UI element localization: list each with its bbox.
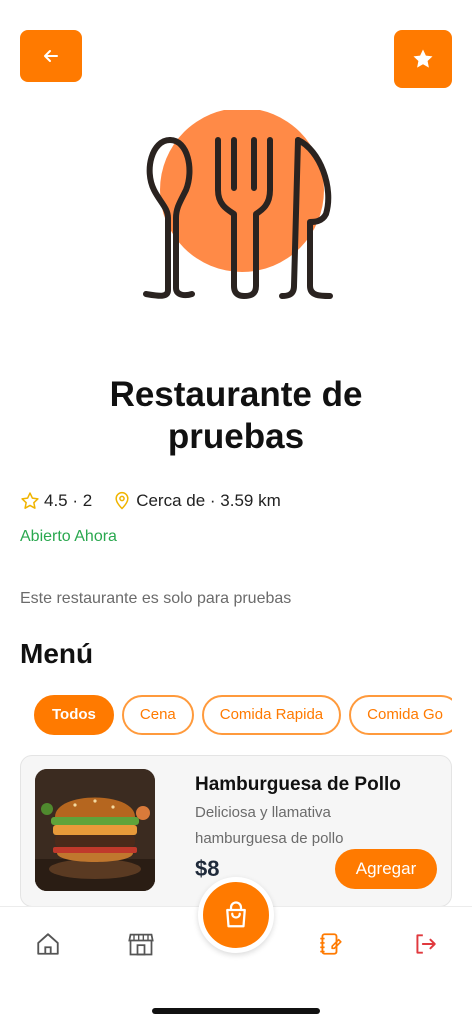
nav-orders[interactable] [315,929,345,959]
cart-button[interactable] [198,877,274,953]
nav-logout[interactable] [410,929,440,959]
restaurant-logo [143,110,333,299]
location-pin-icon [115,491,129,510]
chip-cena[interactable]: Cena [121,695,194,735]
category-chips: Todos Cena Comida Rapida Comida Go [34,695,452,737]
nav-home[interactable] [33,929,63,959]
star-icon [413,49,433,68]
product-description: Deliciosa y llamativa hamburguesa de pol… [195,804,344,847]
product-price: $8 [195,856,220,881]
product-image [35,769,155,891]
notebook-icon [320,933,342,955]
restaurant-description: Este restaurante es solo para pruebas [20,590,292,607]
store-icon [128,933,154,956]
distance-text: Cerca de · 3.59 km [136,491,281,510]
chip-todos[interactable]: Todos [34,695,114,735]
chip-comida-rapida[interactable]: Comida Rapida [201,695,342,735]
nav-store[interactable] [126,929,156,959]
home-indicator [152,1008,320,1014]
menu-heading: Menú [20,638,94,669]
restaurant-name: Restaurante de pruebas [109,375,363,456]
favorite-button[interactable] [394,30,452,88]
rating-text: 4.5 · 2 [44,491,93,510]
restaurant-meta: 4.5 · 2 Cerca de · 3.59 km [20,491,281,511]
cart-icon [226,901,246,928]
back-button[interactable] [20,30,82,82]
star-outline-icon [21,492,39,509]
add-to-cart-button[interactable]: Agregar [335,849,437,889]
arrow-left-icon [44,50,58,62]
open-status: Abierto Ahora [20,528,117,545]
home-icon [37,933,59,955]
logout-icon [416,934,436,954]
product-name: Hamburguesa de Pollo [195,774,401,795]
chip-comida-go[interactable]: Comida Go [349,695,452,735]
